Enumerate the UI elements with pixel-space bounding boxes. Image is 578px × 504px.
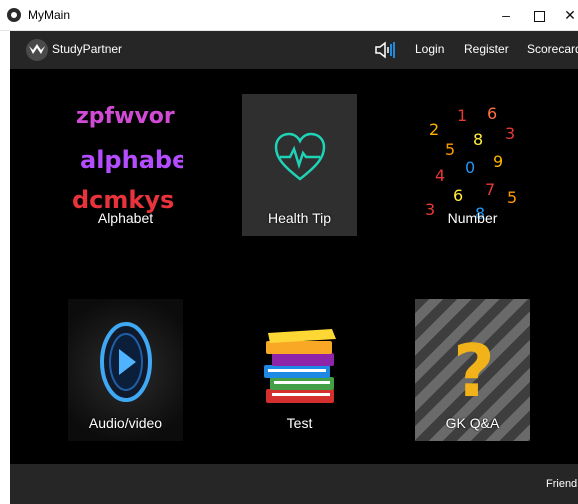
alphabet-label: Alphabet	[97, 210, 154, 226]
register-link[interactable]: Register	[464, 42, 509, 56]
app-icon	[7, 8, 21, 22]
number-art-glyph: 2	[429, 120, 440, 139]
health-tip-tile[interactable]: Health Tip	[242, 94, 357, 236]
audio-video-tile[interactable]: Audio/video	[68, 299, 183, 441]
number-art-glyph: 0	[465, 158, 476, 177]
question-mark-icon: ?	[453, 329, 495, 413]
alphabet-tile[interactable]: zpfwvor alphabet dcmkys Alphabet	[68, 94, 183, 236]
gk-qa-tile[interactable]: ? GK Q&A	[415, 299, 530, 441]
number-label: Number	[447, 210, 498, 226]
main-content: zpfwvor alphabet dcmkys Alphabet Health …	[10, 69, 578, 464]
gk-qa-label: GK Q&A	[445, 415, 500, 431]
test-label: Test	[286, 415, 313, 431]
number-art-glyph: 6	[487, 104, 498, 123]
login-link[interactable]: Login	[415, 42, 444, 56]
health-tip-label: Health Tip	[267, 210, 332, 226]
friend-link[interactable]: Friend	[546, 478, 577, 490]
play-icon	[100, 322, 152, 402]
alphabet-art-row-1: zpfwvor	[76, 104, 175, 129]
window-title: MyMain	[28, 8, 71, 22]
audio-video-label: Audio/video	[88, 415, 163, 431]
number-art-glyph: 7	[485, 180, 496, 199]
books-icon	[264, 329, 336, 403]
number-tile[interactable]: 2 1 6 8 3 5 0 9 4 7 6 5 3 8 Number	[415, 94, 530, 236]
heart-pulse-icon	[274, 132, 326, 181]
maximize-icon	[533, 10, 545, 22]
speaker-icon[interactable]	[374, 40, 396, 60]
number-art-glyph: 3	[505, 124, 516, 143]
number-art-glyph: 4	[435, 166, 446, 185]
number-art-glyph: 9	[493, 152, 504, 171]
number-art-glyph: 6	[453, 186, 464, 205]
brand-name: StudyPartner	[52, 42, 123, 56]
number-art-glyph: 5	[507, 188, 518, 207]
test-tile[interactable]: Test	[242, 299, 357, 441]
app-header: StudyPartner Login Register Scorecard	[10, 31, 578, 69]
studypartner-logo-icon	[26, 39, 48, 61]
number-art-glyph: 1	[457, 106, 468, 125]
number-art-glyph: 8	[473, 130, 484, 149]
footer-bar: Friend	[10, 464, 578, 504]
alphabet-art-row-2: alphabet	[80, 146, 183, 174]
scorecard-link[interactable]: Scorecard	[527, 42, 578, 56]
close-button[interactable]: ✕	[550, 0, 578, 30]
window-titlebar: MyMain – ✕	[0, 0, 578, 31]
number-art-glyph: 5	[445, 140, 456, 159]
